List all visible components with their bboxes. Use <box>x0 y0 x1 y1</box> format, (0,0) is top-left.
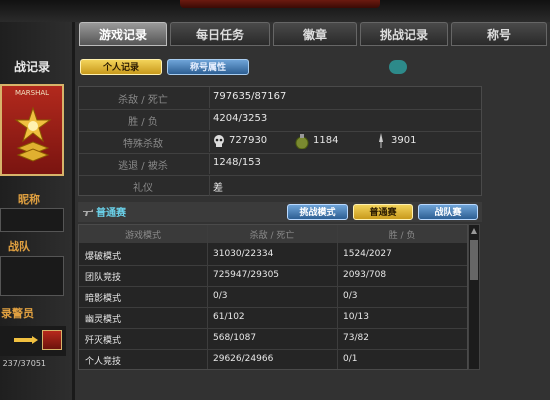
mode-wl: 73/82 <box>343 333 369 343</box>
mode-name: 爆破模式 <box>85 252 122 262</box>
mode-wl: 0/3 <box>343 291 358 301</box>
mode-name: 个人竞技 <box>85 357 122 367</box>
arrow-right-icon <box>14 336 38 344</box>
stats-panel: 杀敌 / 死亡 797635/87167 胜 / 负 4204/3253 特殊杀… <box>78 86 482 196</box>
nickname-label: 昵称 <box>18 193 40 206</box>
column-header: 胜 / 负 <box>388 231 416 241</box>
mode-kd: 31030/22334 <box>213 249 274 259</box>
tab-game-record[interactable]: 游戏记录 <box>79 22 167 46</box>
stat-divider <box>209 109 210 130</box>
column-header: 游戏模式 <box>124 231 161 241</box>
clan-match-button[interactable]: 战队赛 <box>418 204 478 220</box>
stat-label: 杀敌 / 死亡 <box>118 95 168 106</box>
mode-kd: 568/1087 <box>213 333 257 343</box>
stat-label: 胜 / 负 <box>128 117 158 128</box>
record-label: 录警员 <box>1 307 34 320</box>
rank-name: MARSHAL <box>14 89 50 97</box>
stat-divider <box>209 87 210 108</box>
record-value: 237/37051 <box>2 359 46 368</box>
team-field <box>0 256 64 296</box>
stat-divider <box>209 175 210 196</box>
table-row: 歼灭模式 568/1087 73/82 <box>79 328 467 350</box>
tab-daily-tasks[interactable]: 每日任务 <box>170 22 270 46</box>
star-emblem-icon <box>14 106 52 162</box>
table-row: 个人竞技 29626/24966 0/1 <box>79 349 467 370</box>
mode-title: 普通赛 <box>96 208 126 219</box>
mode-name: 幽灵模式 <box>85 315 122 325</box>
mode-table: 游戏模式 杀敌 / 死亡 胜 / 负 爆破模式 31030/22334 1524… <box>78 224 468 370</box>
top-decoration <box>180 0 380 8</box>
stat-row-special: 特殊杀敌 727930 1184 3901 <box>79 131 481 154</box>
team-label: 战队 <box>8 240 30 253</box>
gun-icon <box>83 209 93 216</box>
table-row: 爆破模式 31030/22334 1524/2027 <box>79 244 467 266</box>
grenade-icon <box>295 134 309 149</box>
mode-wl: 2093/708 <box>343 270 387 280</box>
stat-value: 1248/153 <box>213 157 261 168</box>
mode-wl: 10/13 <box>343 312 369 322</box>
stat-label: 礼仪 <box>133 183 153 194</box>
mode-name: 暗影模式 <box>85 294 122 304</box>
tab-challenge-record[interactable]: 挑战记录 <box>360 22 448 46</box>
tab-titles[interactable]: 称号 <box>451 22 547 46</box>
grenade-count: 1184 <box>313 135 339 146</box>
rank-badge: MARSHAL <box>0 84 64 176</box>
stat-value: 差 <box>213 183 223 194</box>
stat-divider <box>209 131 210 152</box>
stat-row-kd: 杀敌 / 死亡 797635/87167 <box>79 87 481 110</box>
mode-name: 歼灭模式 <box>85 336 122 346</box>
skull-icon <box>214 135 224 147</box>
challenge-mode-button[interactable]: 挑战模式 <box>287 204 348 220</box>
mode-kd: 61/102 <box>213 312 245 322</box>
stat-row-escape: 逃退 / 被杀 1248/153 <box>79 153 481 176</box>
table-row: 暗影模式 0/3 0/3 <box>79 286 467 308</box>
table-header: 游戏模式 杀敌 / 死亡 胜 / 负 <box>79 225 467 243</box>
column-header: 杀敌 / 死亡 <box>249 231 295 241</box>
knife-icon <box>379 133 383 148</box>
subtab-personal-record[interactable]: 个人记录 <box>80 59 162 75</box>
stat-value: 4204/3253 <box>213 113 268 124</box>
stat-divider <box>209 153 210 174</box>
mode-wl: 1524/2027 <box>343 249 392 259</box>
mode-name: 团队竞技 <box>85 273 122 283</box>
record-rank-icon <box>42 330 62 350</box>
mode-kd: 0/3 <box>213 291 228 301</box>
headshot-count: 727930 <box>229 135 268 146</box>
normal-match-button[interactable]: 普通赛 <box>353 204 413 220</box>
left-panel-title: 战记录 <box>13 60 50 74</box>
table-row: 幽灵模式 61/102 10/13 <box>79 307 467 329</box>
mode-kd: 725947/29305 <box>213 270 280 280</box>
knife-count: 3901 <box>391 135 417 146</box>
mode-kd: 29626/24966 <box>213 354 274 364</box>
stat-value: 797635/87167 <box>213 91 287 102</box>
mode-wl: 0/1 <box>343 354 358 364</box>
tab-badges[interactable]: 徽章 <box>273 22 357 46</box>
stat-row-wl: 胜 / 负 4204/3253 <box>79 109 481 132</box>
stat-label: 逃退 / 被杀 <box>118 161 168 172</box>
stat-row-manner: 礼仪 差 <box>79 175 481 197</box>
stat-label: 特殊杀敌 <box>123 139 163 150</box>
nickname-field <box>0 208 64 232</box>
settings-icon[interactable] <box>389 60 407 74</box>
scroll-up-icon[interactable] <box>470 226 478 236</box>
subtab-title-attributes[interactable]: 称号属性 <box>167 59 249 75</box>
table-row: 团队竞技 725947/29305 2093/708 <box>79 265 467 287</box>
scrollbar-thumb[interactable] <box>470 240 478 280</box>
